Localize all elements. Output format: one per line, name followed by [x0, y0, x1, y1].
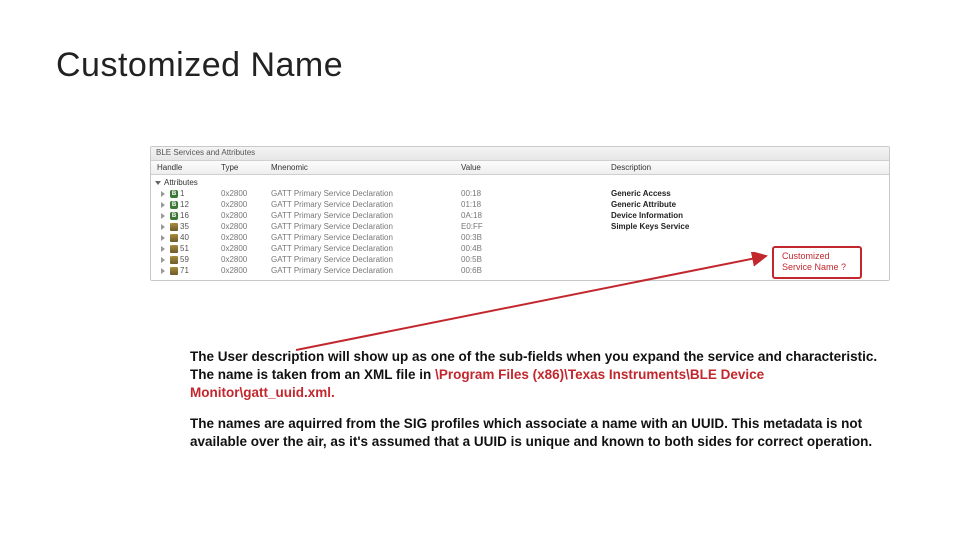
col-header-type[interactable]: Type [221, 163, 271, 172]
mnemonic-cell: GATT Primary Service Declaration [271, 222, 461, 231]
handle-value: 12 [180, 200, 189, 209]
value-cell: 00:4B [461, 244, 611, 253]
handle-cell: 51 [151, 244, 221, 253]
table-header: Handle Type Mnenomic Value Description [151, 161, 889, 175]
handle-cell: 71 [151, 266, 221, 275]
panel-titlebar: BLE Services and Attributes [151, 147, 889, 161]
mnemonic-cell: GATT Primary Service Declaration [271, 200, 461, 209]
mnemonic-cell: GATT Primary Service Declaration [271, 244, 461, 253]
tree-root-row[interactable]: Attributes [151, 177, 889, 188]
description-cell: Simple Keys Service [611, 222, 889, 231]
handle-cell: B1 [151, 189, 221, 198]
mnemonic-cell: GATT Primary Service Declaration [271, 189, 461, 198]
handle-value: 59 [180, 255, 189, 264]
paragraph-2: The names are aquirred from the SIG prof… [190, 415, 890, 451]
value-cell: 0A:18 [461, 211, 611, 220]
table-row[interactable]: B160x2800GATT Primary Service Declaratio… [151, 210, 889, 221]
handle-cell: B12 [151, 200, 221, 209]
description-cell: Generic Access [611, 189, 889, 198]
chevron-right-icon[interactable] [161, 257, 165, 263]
col-header-mnemonic[interactable]: Mnenomic [271, 163, 461, 172]
root-label: Attributes [164, 178, 198, 187]
chevron-right-icon[interactable] [161, 191, 165, 197]
chip-icon [170, 223, 178, 231]
type-cell: 0x2800 [221, 233, 271, 242]
handle-cell: B16 [151, 211, 221, 220]
bluetooth-icon: B [170, 190, 178, 198]
bluetooth-icon: B [170, 212, 178, 220]
handle-value: 71 [180, 266, 189, 275]
chip-icon [170, 256, 178, 264]
body-text: The User description will show up as one… [190, 348, 890, 465]
chip-icon [170, 245, 178, 253]
value-cell: 00:18 [461, 189, 611, 198]
chevron-right-icon[interactable] [161, 224, 165, 230]
chevron-right-icon[interactable] [161, 235, 165, 241]
value-cell: E0:FF [461, 222, 611, 231]
callout-box: Customized Service Name ? [772, 246, 862, 279]
description-cell: Device Information [611, 211, 889, 220]
handle-value: 1 [180, 189, 184, 198]
chevron-down-icon[interactable] [155, 181, 161, 185]
mnemonic-cell: GATT Primary Service Declaration [271, 255, 461, 264]
table-row[interactable]: B120x2800GATT Primary Service Declaratio… [151, 199, 889, 210]
description-cell: Generic Attribute [611, 200, 889, 209]
bluetooth-icon: B [170, 201, 178, 209]
handle-cell: 40 [151, 233, 221, 242]
table-row[interactable]: 35 0x2800GATT Primary Service Declaration… [151, 221, 889, 232]
value-cell: 00:3B [461, 233, 611, 242]
mnemonic-cell: GATT Primary Service Declaration [271, 266, 461, 275]
value-cell: 00:5B [461, 255, 611, 264]
table-row[interactable]: B10x2800GATT Primary Service Declaration… [151, 188, 889, 199]
chevron-right-icon[interactable] [161, 202, 165, 208]
handle-value: 35 [180, 222, 189, 231]
handle-value: 51 [180, 244, 189, 253]
col-header-handle[interactable]: Handle [151, 163, 221, 172]
handle-cell: 35 [151, 222, 221, 231]
type-cell: 0x2800 [221, 255, 271, 264]
table-row[interactable]: 40 0x2800GATT Primary Service Declaration… [151, 232, 889, 243]
callout-line1: Customized [782, 251, 852, 262]
handle-value: 16 [180, 211, 189, 220]
chip-icon [170, 234, 178, 242]
chip-icon [170, 267, 178, 275]
type-cell: 0x2800 [221, 211, 271, 220]
handle-value: 40 [180, 233, 189, 242]
type-cell: 0x2800 [221, 266, 271, 275]
type-cell: 0x2800 [221, 222, 271, 231]
type-cell: 0x2800 [221, 244, 271, 253]
chevron-right-icon[interactable] [161, 246, 165, 252]
type-cell: 0x2800 [221, 189, 271, 198]
value-cell: 01:18 [461, 200, 611, 209]
chevron-right-icon[interactable] [161, 213, 165, 219]
col-header-value[interactable]: Value [461, 163, 611, 172]
type-cell: 0x2800 [221, 200, 271, 209]
mnemonic-cell: GATT Primary Service Declaration [271, 233, 461, 242]
value-cell: 00:6B [461, 266, 611, 275]
handle-cell: 59 [151, 255, 221, 264]
page-title: Customized Name [56, 46, 343, 85]
callout-line2: Service Name ? [782, 262, 852, 273]
col-header-description[interactable]: Description [611, 163, 889, 172]
paragraph-1: The User description will show up as one… [190, 348, 890, 401]
chevron-right-icon[interactable] [161, 268, 165, 274]
mnemonic-cell: GATT Primary Service Declaration [271, 211, 461, 220]
